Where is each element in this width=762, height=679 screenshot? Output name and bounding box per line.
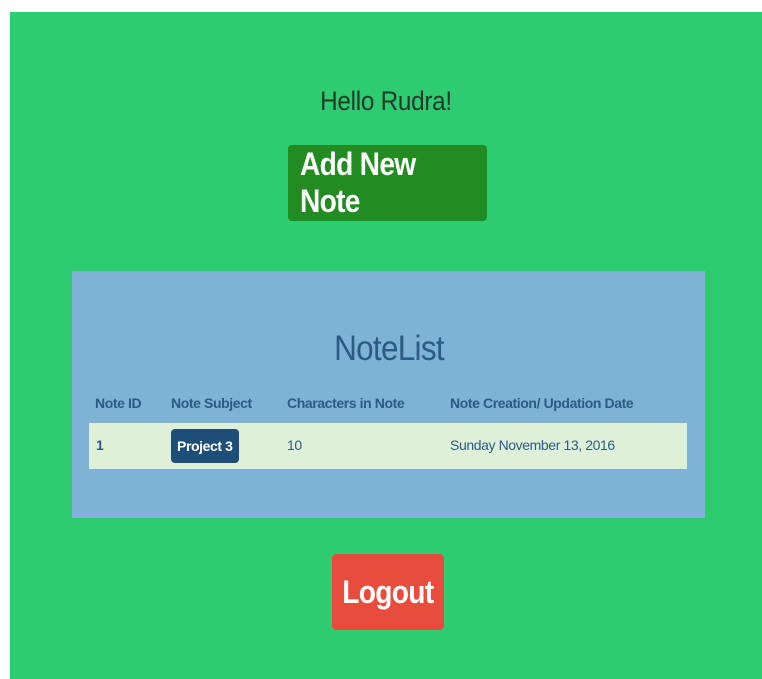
table-row: 1 Project 3 10 Sunday November 13, 2016 (89, 423, 687, 469)
add-new-note-label: Add New Note (299, 146, 416, 219)
notelist-panel: NoteList Note ID Note Subject Characters… (72, 271, 705, 518)
note-subject-link[interactable]: Project 3 (171, 429, 239, 463)
greeting-text: Hello Rudra! (320, 86, 452, 116)
column-header-date: Note Creation/ Updation Date (450, 395, 634, 411)
cell-date: Sunday November 13, 2016 (450, 437, 615, 453)
cell-note-id: 1 (96, 437, 104, 453)
logout-label: Logout (342, 573, 434, 610)
column-header-characters: Characters in Note (287, 395, 405, 411)
column-header-note-id: Note ID (95, 395, 142, 411)
cell-characters: 10 (287, 437, 302, 453)
notelist-title-text: NoteList (333, 329, 445, 368)
add-new-note-button[interactable]: Add New Note (288, 145, 487, 221)
column-header-note-subject: Note Subject (171, 395, 252, 411)
app-background: Hello Rudra! Add New Note NoteList Note … (10, 12, 762, 679)
logout-button[interactable]: Logout (332, 554, 444, 630)
notelist-title: NoteList (72, 329, 705, 369)
